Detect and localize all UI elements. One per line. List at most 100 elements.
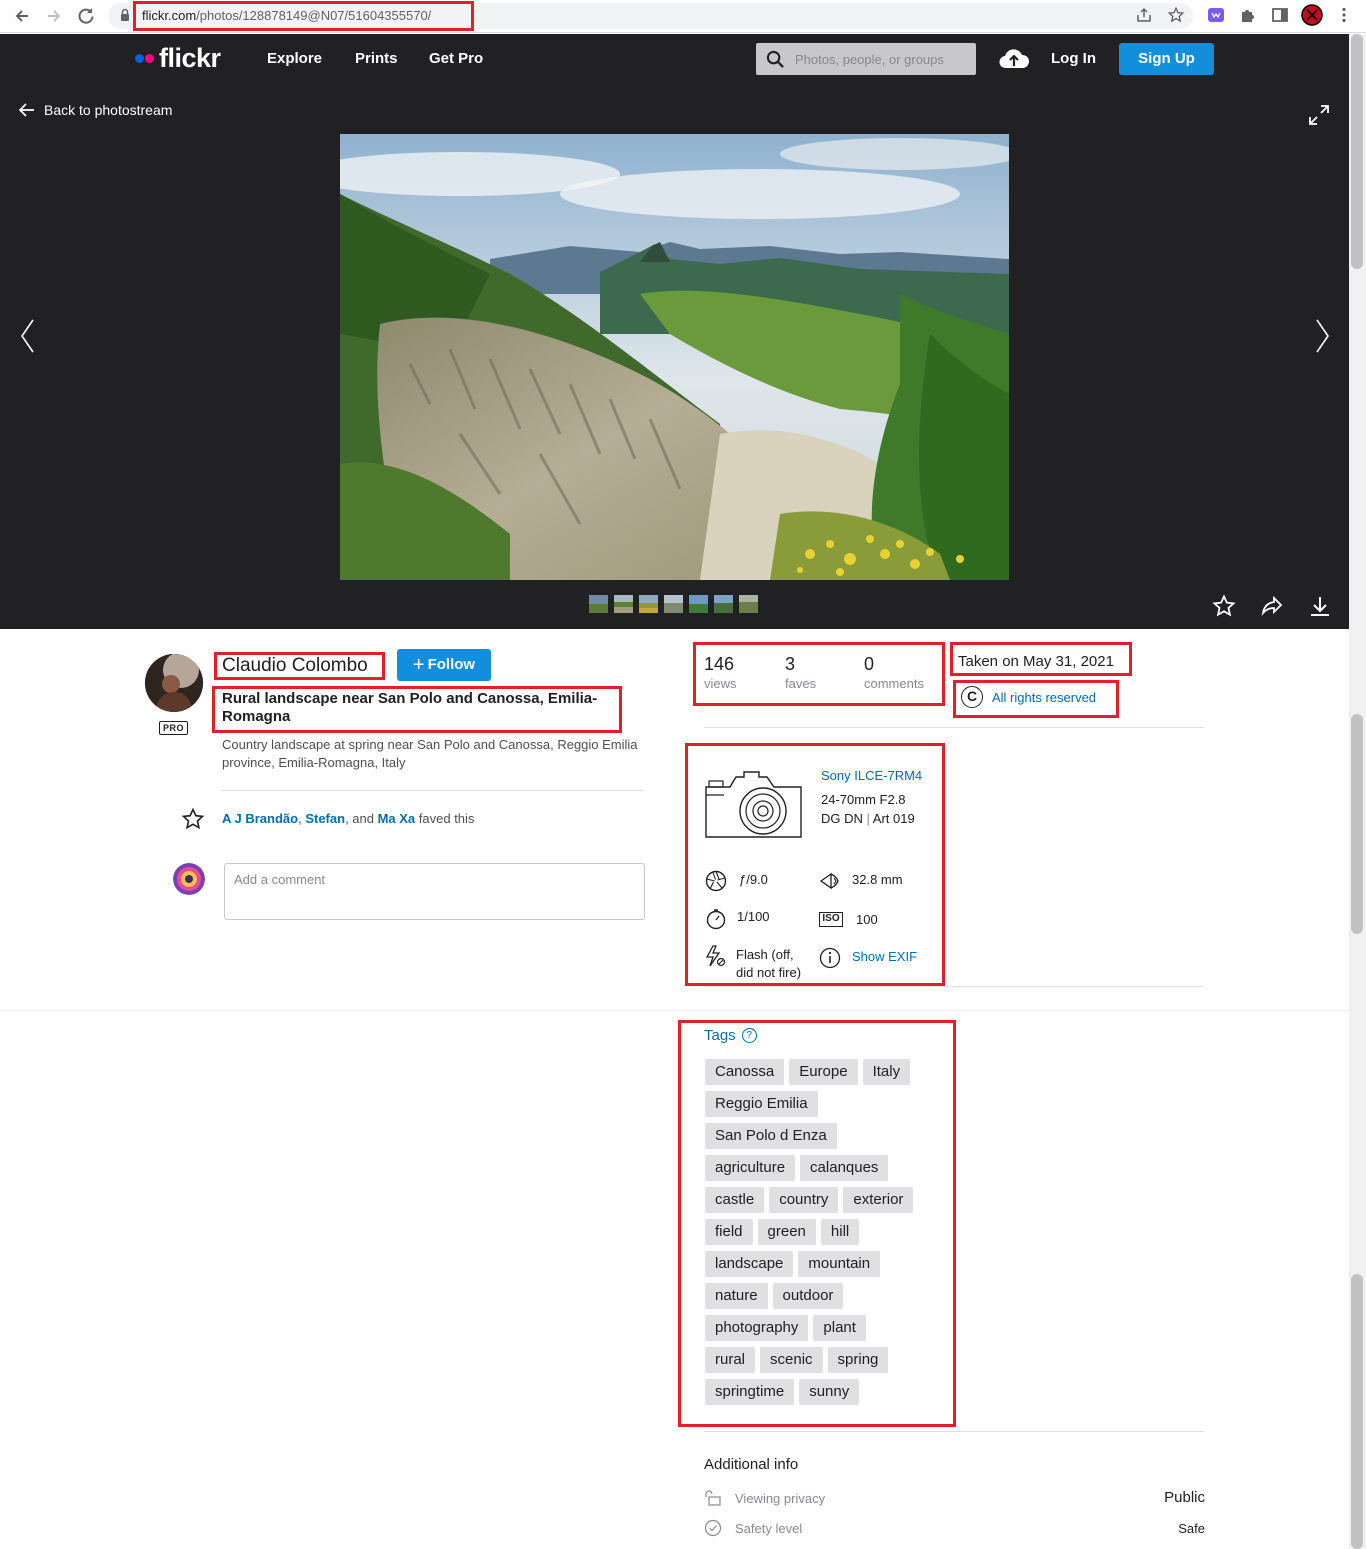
section-divider	[0, 1010, 1349, 1011]
thumbnail[interactable]	[714, 595, 733, 613]
tag-chip[interactable]: Reggio Emilia	[705, 1091, 818, 1117]
taken-date[interactable]: Taken on May 31, 2021	[958, 653, 1114, 670]
signup-button[interactable]: Sign Up	[1119, 43, 1214, 75]
tag-chip[interactable]: hill	[820, 1219, 860, 1245]
upload-cloud-icon[interactable]	[998, 46, 1030, 70]
tag-chip[interactable]: plant	[813, 1315, 866, 1341]
thumbnail[interactable]	[689, 595, 708, 613]
nav-explore[interactable]: Explore	[267, 50, 322, 67]
viewing-privacy-value: Public	[1164, 1489, 1205, 1506]
views-stat: 146 views	[704, 654, 785, 691]
tag-chip[interactable]: rural	[705, 1347, 756, 1373]
tags-heading-label: Tags	[704, 1027, 736, 1044]
divider	[704, 986, 1204, 987]
share-icon[interactable]	[1260, 594, 1284, 618]
thumbnail[interactable]	[739, 595, 758, 613]
tag-chip[interactable]: landscape	[705, 1251, 794, 1277]
tag-row: nature outdoor	[705, 1283, 940, 1309]
safety-level-label: Safety level	[735, 1521, 803, 1536]
thumbnail[interactable]	[639, 595, 658, 613]
tag-chip[interactable]: Canossa	[705, 1059, 785, 1085]
lens-info: 24-70mm F2.8 DG DN | Art 019	[821, 790, 931, 828]
extension-icon[interactable]	[1206, 6, 1226, 26]
profile-avatar-icon[interactable]	[1301, 4, 1323, 26]
tag-chip[interactable]: exterior	[843, 1187, 914, 1213]
address-bar[interactable]: flickr.com/photos/128878149@N07/51604355…	[108, 3, 1193, 29]
comment-input[interactable]: Add a comment	[224, 863, 645, 920]
tag-chip[interactable]: Europe	[789, 1059, 858, 1085]
tag-chip[interactable]: country	[769, 1187, 839, 1213]
scrollbar-thumb[interactable]	[1351, 1274, 1363, 1549]
tag-chip[interactable]: photography	[705, 1315, 809, 1341]
nav-prints[interactable]: Prints	[355, 50, 398, 67]
main-photo[interactable]	[340, 134, 1009, 580]
tag-row: photography plant	[705, 1315, 940, 1341]
tag-chip[interactable]: spring	[827, 1347, 889, 1373]
divider	[704, 1431, 1204, 1432]
photo-actions	[1212, 594, 1332, 618]
bookmark-star-icon[interactable]	[1166, 6, 1186, 26]
logo-wordmark: flickr	[159, 42, 221, 73]
search-input[interactable]: Photos, people, or groups	[756, 43, 976, 75]
author-name[interactable]: Claudio Colombo	[222, 655, 368, 677]
previous-photo-chevron-icon[interactable]	[18, 316, 38, 356]
login-link[interactable]: Log In	[1051, 50, 1096, 67]
photo-details: PRO Claudio Colombo + Follow Rural landsc…	[0, 629, 1349, 1549]
next-photo-chevron-icon[interactable]	[1312, 316, 1332, 356]
reload-icon[interactable]	[75, 5, 97, 27]
tag-chip[interactable]: calanques	[800, 1155, 889, 1181]
fave-user-link[interactable]: Ma Xa	[378, 811, 416, 826]
fave-user-link[interactable]: Stefan	[305, 811, 345, 826]
tag-chip[interactable]: Italy	[862, 1059, 911, 1085]
show-exif-link[interactable]: Show EXIF	[852, 949, 917, 964]
tag-chip[interactable]: scenic	[760, 1347, 823, 1373]
faved-by-text: A J Brandão, Stefan, and Ma Xa faved thi…	[222, 811, 475, 826]
faves-count: 3	[785, 654, 796, 674]
tag-chip[interactable]: green	[757, 1219, 816, 1245]
fave-star-icon[interactable]	[1212, 594, 1236, 618]
tag-chip[interactable]: agriculture	[705, 1155, 796, 1181]
forward-arrow-icon[interactable]	[43, 5, 65, 27]
tag-chip[interactable]: sunny	[799, 1379, 860, 1405]
pro-badge: PRO	[159, 721, 188, 735]
thumbnail[interactable]	[614, 595, 633, 613]
url-text: flickr.com/photos/128878149@N07/51604355…	[142, 8, 432, 23]
scrollbar-thumb[interactable]	[1351, 34, 1363, 269]
author-avatar[interactable]	[145, 654, 203, 712]
search-placeholder: Photos, people, or groups	[795, 52, 944, 67]
tag-chip[interactable]: San Polo d Enza	[705, 1123, 837, 1149]
photo-viewer: Back to photostream	[0, 84, 1349, 629]
tag-row: landscape mountain	[705, 1251, 940, 1277]
help-question-icon[interactable]: ?	[741, 1028, 757, 1043]
download-icon[interactable]	[1308, 594, 1332, 618]
tag-chip[interactable]: springtime	[705, 1379, 795, 1405]
fave-user-link[interactable]: A J Brandão	[222, 811, 298, 826]
flickr-logo[interactable]: flickr	[135, 43, 221, 73]
share-page-icon[interactable]	[1134, 6, 1154, 26]
follow-button[interactable]: + Follow	[397, 649, 491, 681]
back-arrow-icon[interactable]	[11, 5, 33, 27]
license-link[interactable]: C All rights reserved	[961, 686, 1096, 708]
kebab-menu-icon[interactable]	[1334, 6, 1354, 26]
tag-chip[interactable]: nature	[705, 1283, 768, 1309]
lock-icon	[121, 8, 129, 21]
thumbnail[interactable]	[589, 595, 608, 613]
back-to-photostream-link[interactable]: Back to photostream	[19, 102, 172, 118]
focal-length-value: 32.8 mm	[852, 872, 903, 887]
additional-info-heading: Additional info	[704, 1456, 799, 1473]
thumbnail[interactable]	[664, 595, 683, 613]
tag-chip[interactable]: field	[705, 1219, 753, 1245]
back-label: Back to photostream	[44, 102, 173, 118]
camera-model-link[interactable]: Sony ILCE-7RM4	[821, 768, 922, 783]
page-scrollbar[interactable]	[1349, 34, 1366, 1549]
side-panel-icon[interactable]	[1270, 6, 1290, 26]
tag-chip[interactable]: mountain	[798, 1251, 881, 1277]
expand-icon[interactable]	[1308, 104, 1330, 126]
scrollbar-thumb[interactable]	[1351, 714, 1363, 934]
puzzle-extensions-icon[interactable]	[1238, 6, 1258, 26]
tag-chip[interactable]: outdoor	[772, 1283, 844, 1309]
browser-toolbar: flickr.com/photos/128878149@N07/51604355…	[0, 0, 1366, 33]
nav-get-pro[interactable]: Get Pro	[429, 50, 483, 67]
tag-chip[interactable]: castle	[705, 1187, 765, 1213]
lens-line: DG DN | Art 019	[821, 811, 915, 826]
